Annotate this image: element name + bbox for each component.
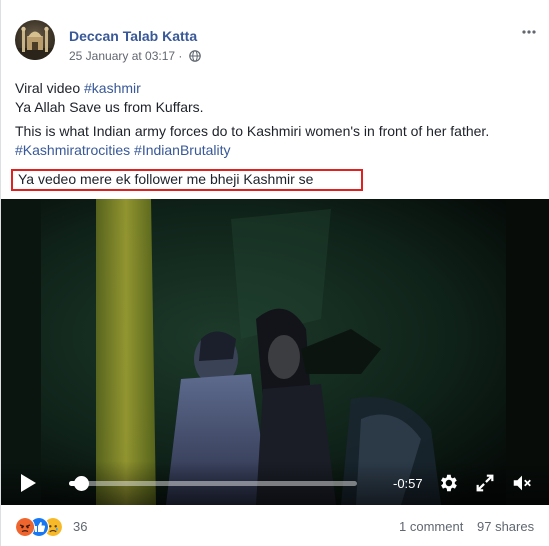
globe-icon[interactable] — [188, 50, 201, 62]
time-remaining: -0:57 — [393, 476, 423, 491]
settings-gear-icon[interactable] — [437, 472, 459, 494]
post-footer: 36 1 comment 97 shares — [1, 509, 549, 546]
mosque-icon — [15, 26, 55, 60]
video-controls: -0:57 — [1, 461, 549, 505]
post-meta: 25 January at 03:17 · — [69, 49, 201, 63]
shares-count-link[interactable]: 97 shares — [477, 519, 534, 534]
fullscreen-icon[interactable] — [474, 472, 496, 494]
scrubber-handle[interactable] — [73, 476, 89, 491]
page-name-link[interactable]: Deccan Talab Katta — [69, 28, 197, 44]
video-player[interactable]: -0:57 — [1, 199, 549, 505]
more-options-icon[interactable] — [521, 24, 537, 40]
post-card: Deccan Talab Katta 25 January at 03:17 ·… — [0, 0, 549, 546]
post-line-2: Ya Allah Save us from Kuffars. — [15, 99, 204, 115]
hashtag-kashmir[interactable]: #kashmir — [84, 80, 141, 96]
post-line-1: Viral video #kashmir — [15, 79, 545, 98]
post-timestamp[interactable]: 25 January at 03:17 — [69, 49, 175, 63]
progress-bar[interactable] — [69, 476, 357, 491]
play-icon[interactable] — [19, 473, 37, 493]
post-line-1-text: Viral video — [15, 80, 85, 96]
page-avatar[interactable] — [15, 20, 55, 60]
post-paragraph-2: This is what Indian army forces do to Ka… — [15, 123, 490, 139]
comments-count-link[interactable]: 1 comment — [399, 519, 463, 534]
post-hashtags[interactable]: #Kashmiratrocities #IndianBrutality — [15, 141, 545, 160]
reaction-count[interactable]: 36 — [73, 519, 87, 534]
post-body: Viral video #kashmir Ya Allah Save us fr… — [15, 79, 545, 160]
angry-icon — [15, 517, 35, 537]
video-frame — [1, 199, 549, 505]
mute-icon[interactable] — [511, 472, 533, 494]
highlighted-line: Ya vedeo mere ek follower me bheji Kashm… — [18, 171, 314, 187]
